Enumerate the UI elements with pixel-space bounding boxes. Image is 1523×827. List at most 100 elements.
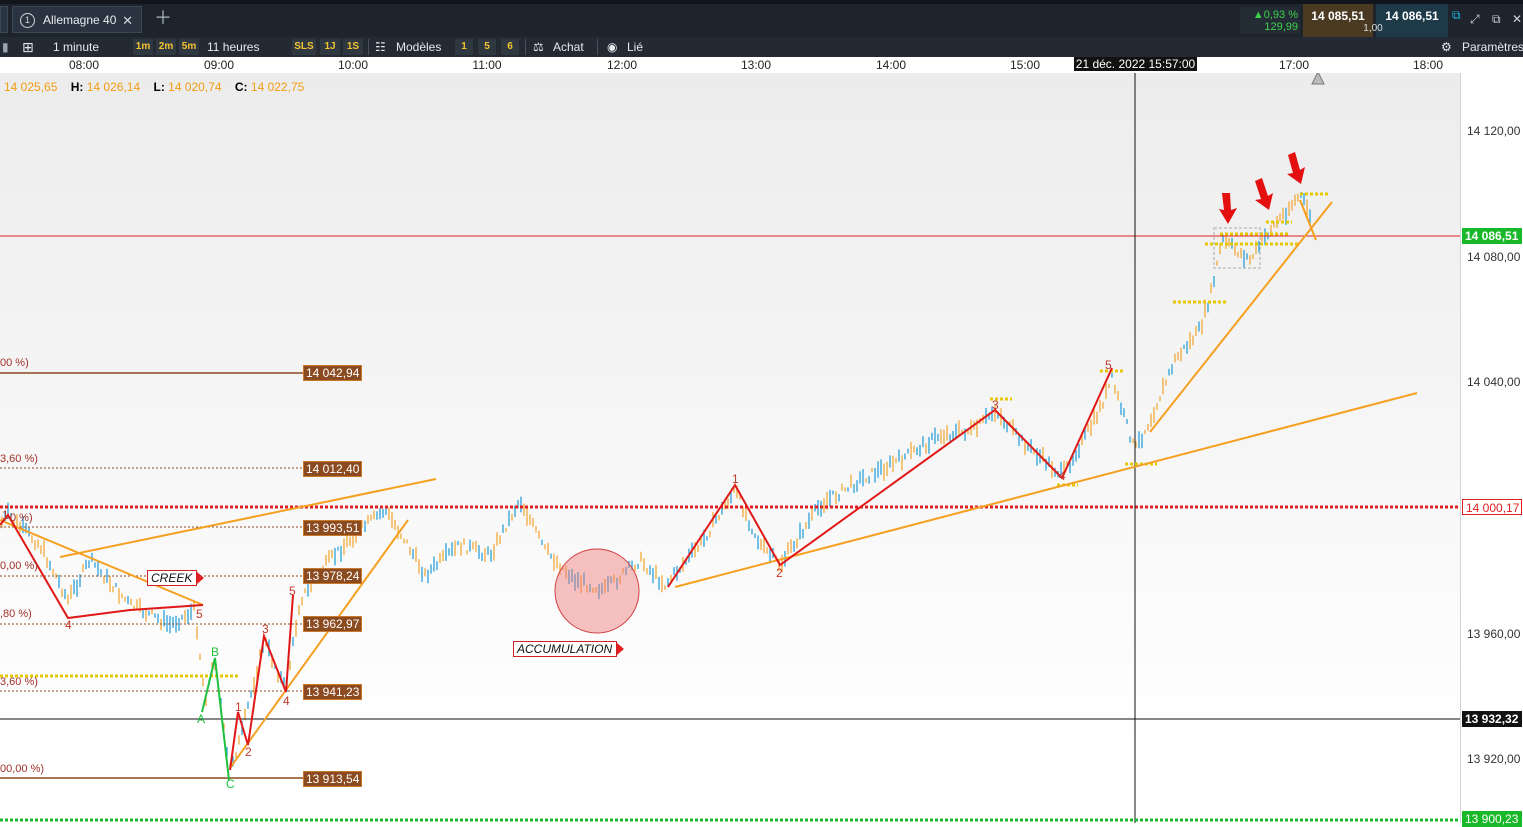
wave-label: B: [211, 645, 220, 659]
chart-drawing: [0, 73, 1460, 823]
models-button[interactable]: Modèles: [396, 37, 441, 57]
ohlc-low-label: L:: [153, 80, 165, 94]
fib-percent: ,80 %): [0, 608, 32, 620]
separator: [368, 39, 369, 55]
signal-arrows: [1219, 152, 1305, 224]
add-tab-icon[interactable]: ＋: [154, 8, 172, 28]
layout-5-button[interactable]: 5: [478, 39, 496, 55]
linked-button[interactable]: Lié: [627, 37, 643, 57]
close-icon[interactable]: ✕: [122, 7, 133, 34]
accumulation-zone[interactable]: [554, 548, 640, 634]
wave-label: 2: [245, 745, 252, 759]
wave-label: C: [226, 777, 235, 791]
range-select[interactable]: 11 heures: [207, 37, 259, 57]
menu-tab[interactable]: [0, 6, 8, 33]
bottom-price-tag: 13 900,23: [1462, 811, 1522, 827]
range-1j-button[interactable]: 1J: [320, 39, 340, 55]
accumulation-label[interactable]: ACCUMULATION: [513, 641, 625, 657]
fib-percent: 3,60 %): [0, 676, 38, 688]
separator: [525, 39, 526, 55]
top-bar: 1 Allemagne 40 ✕ ＋ ▲0,93 % 129,99 14 085…: [0, 0, 1523, 37]
change-absolute: 129,99: [1264, 21, 1298, 33]
wave-label: 4: [283, 694, 290, 708]
time-label: 12:00: [606, 58, 638, 72]
close-window-icon[interactable]: ✕: [1512, 12, 1522, 26]
fib-level-label: 13 978,24: [303, 568, 363, 584]
candles: [1, 191, 1311, 768]
layout-1-button[interactable]: 1: [455, 39, 473, 55]
fib-percent: 0 %): [10, 512, 33, 524]
fib-level-label: 14 012,40: [303, 461, 363, 477]
time-label: 17:00: [1278, 58, 1310, 72]
buy-icon: ⚖: [533, 40, 544, 54]
fib-percent: 00 %): [0, 357, 29, 369]
ohlc-readout: 14 025,65 H: 14 026,14 L: 14 020,74 C: 1…: [4, 80, 304, 94]
tab-label: Allemagne 40: [43, 13, 117, 27]
crosshair-price-tag: 13 932,32: [1462, 711, 1522, 727]
wave-label: 5: [289, 584, 296, 598]
wave-label: 4: [65, 618, 72, 632]
time-label: 14:00: [875, 58, 907, 72]
ohlc-high-label: H:: [70, 80, 84, 94]
sidebar-toggle-icon[interactable]: ▮: [2, 37, 9, 57]
gear-icon[interactable]: ⚙: [1441, 37, 1452, 57]
wave-label: 3: [262, 622, 269, 636]
price-axis[interactable]: 14 120,00 14 080,00 14 040,00 13 960,00 …: [1460, 73, 1523, 827]
popout-icon[interactable]: ⧉: [1492, 12, 1501, 27]
wave-label: 3: [992, 398, 999, 412]
range-1s-button[interactable]: 1S: [343, 39, 363, 55]
crosshair-time-label: 21 déc. 2022 15:57:00: [1074, 57, 1197, 71]
time-label: 11:00: [472, 58, 502, 72]
separator: [597, 39, 598, 55]
ohlc-low: 14 020,74: [168, 80, 222, 94]
time-label: 18:00: [1412, 58, 1444, 72]
wave-label: 1: [235, 700, 242, 714]
time-label: 15:00: [1009, 58, 1041, 72]
ticker-change: ▲0,93 % 129,99: [1240, 7, 1300, 34]
chart-shift-icon[interactable]: [1311, 73, 1325, 85]
fib-percent: 3,60 %): [0, 453, 38, 465]
fib-percent: 0,00 %): [0, 560, 38, 572]
timeframe-2m-button[interactable]: 2m: [156, 39, 176, 55]
fib-level-label: 13 941,23: [303, 684, 363, 700]
level-price-tag: 14 000,17: [1462, 499, 1522, 515]
timeframe-1m-button[interactable]: 1m: [133, 39, 153, 55]
expand-icon[interactable]: ⤢: [1470, 12, 1480, 27]
settings-button[interactable]: Paramètres: [1462, 37, 1523, 57]
interval-select[interactable]: 1 minute: [53, 37, 99, 57]
wave-label: A: [197, 712, 206, 726]
timeframe-5m-button[interactable]: 5m: [179, 39, 199, 55]
change-percent: ▲0,93 %: [1252, 9, 1298, 21]
ohlc-close: 14 022,75: [250, 80, 305, 94]
wave-label: 2: [776, 566, 783, 580]
price-label: 14 080,00: [1467, 250, 1521, 264]
price-label: 13 920,00: [1467, 752, 1521, 766]
price-label: 14 120,00: [1467, 124, 1521, 138]
grid-layout-icon[interactable]: ⊞: [22, 37, 34, 57]
range-sls-button[interactable]: SLS: [292, 39, 316, 55]
trend-lines: [0, 199, 1418, 769]
chart-tab[interactable]: 1 Allemagne 40 ✕: [12, 6, 142, 33]
fib-percent: 00,00 %): [0, 763, 45, 775]
wave-label: 1: [2, 508, 9, 522]
window-strip: [0, 0, 1523, 4]
time-label: 09:00: [203, 58, 235, 72]
wave-label: 5: [196, 607, 203, 621]
wave-label: 4: [1059, 469, 1066, 483]
ohlc-high: 14 026,14: [86, 80, 141, 94]
wave-label: 5: [1105, 358, 1112, 372]
chart-plot-area[interactable]: [0, 73, 1460, 823]
spread-value: 1,00: [1363, 23, 1383, 34]
fib-level-label: 13 913,54: [303, 771, 363, 787]
time-label: 08:00: [68, 58, 100, 72]
fib-level-label: 13 962,97: [303, 616, 363, 632]
price-label: 13 960,00: [1467, 627, 1521, 641]
ohlc-close-label: C:: [234, 80, 248, 94]
link-icon[interactable]: ⧉: [1452, 8, 1461, 23]
fib-level-label: 13 993,51: [303, 520, 363, 536]
buy-button[interactable]: Achat: [553, 37, 584, 57]
elliott-waves-red: [0, 367, 1113, 771]
time-axis: 08:00 09:00 10:00 11:00 12:00 13:00 14:0…: [0, 57, 1523, 74]
layout-6-button[interactable]: 6: [501, 39, 519, 55]
creek-label[interactable]: CREEK: [147, 570, 205, 586]
